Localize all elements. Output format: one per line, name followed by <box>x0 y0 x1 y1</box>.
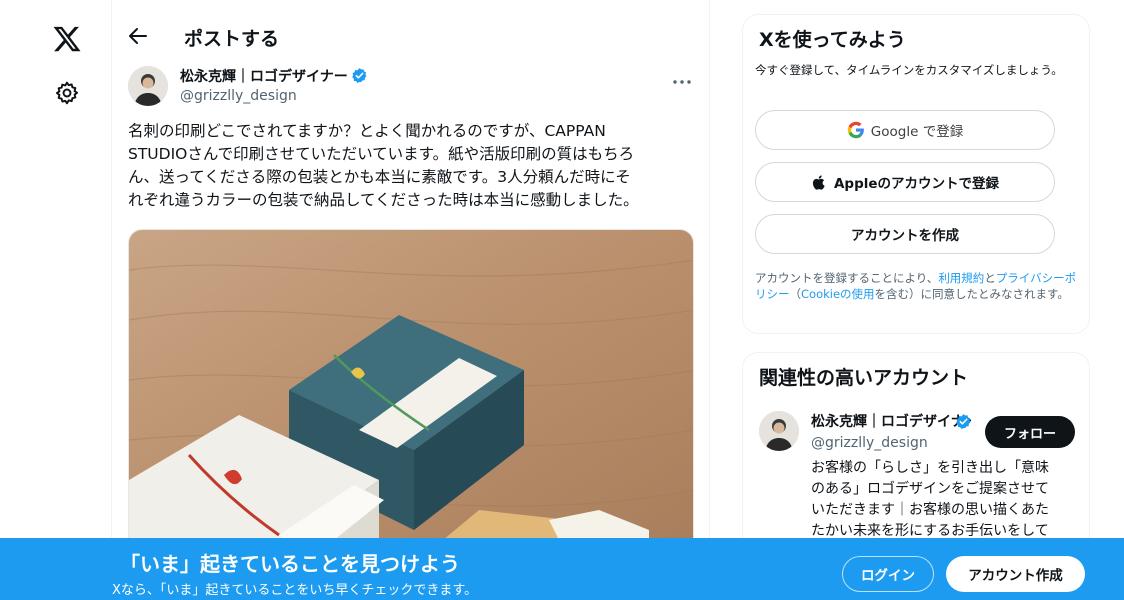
post-text-line: STUDIOさんで印刷させていただいています。紙や活版印刷の質はもちろ <box>128 145 635 163</box>
banner-title: 「いま」起きていることを見つけよう <box>120 552 460 576</box>
signup-button[interactable]: アカウント作成 <box>946 556 1085 592</box>
arrow-left-icon[interactable] <box>126 24 150 48</box>
related-account-name-text: 松永克輝｜ロゴデザイナー <box>811 414 971 430</box>
post-text: 名刺の印刷どこでされてますか？とよく聞かれるのですが、CAPPAN STUDIO… <box>128 120 694 212</box>
post-image[interactable] <box>128 229 694 559</box>
post-author: 松永克輝｜ロゴデザイナー @grizzlly_design <box>128 64 694 112</box>
related-account-bio: お客様の「らしさ」を引き出し「意味 のある」ロゴデザインをご提案させて いただき… <box>811 458 1076 542</box>
legal-and: と <box>984 271 996 285</box>
create-account-button[interactable]: アカウントを作成 <box>755 214 1055 254</box>
bio-line: いただきます｜お客様の思い描くあた <box>811 502 1049 518</box>
signup-card-subtitle: 今すぐ登録して、タイムラインをカスタマイズしましょう。 <box>755 63 1063 77</box>
gear-icon[interactable] <box>54 80 80 106</box>
follow-button[interactable]: フォロー <box>985 416 1075 448</box>
main-column: ポストする 松永克輝｜ロゴデザイナー @grizzlly_design 名刺の印… <box>112 0 710 600</box>
author-handle[interactable]: @grizzlly_design <box>180 88 297 104</box>
bio-line: のある」ロゴデザインをご提案させて <box>811 481 1049 497</box>
more-horizontal-icon[interactable] <box>670 70 694 94</box>
post-text-line: ん、送ってくださる際の包装とかも本当に素敵です。3人分頼んだ時にそ <box>128 168 631 186</box>
create-account-label: アカウントを作成 <box>851 228 959 244</box>
login-button[interactable]: ログイン <box>842 556 934 592</box>
signup-banner: 「いま」起きていることを見つけよう Xなら、「いま」起きていることをいち早くチェ… <box>0 538 1124 600</box>
google-icon <box>847 121 864 139</box>
google-signup-button[interactable]: Google で登録 <box>755 110 1055 150</box>
x-logo-icon[interactable] <box>52 24 82 54</box>
signup-card-title: Xを使ってみよう <box>759 29 906 51</box>
legal-prefix: アカウントを登録することにより、 <box>755 271 939 285</box>
post-text-line: れぞれ違うカラーの包装で納品してくださった時は本当に感動しました。 <box>128 191 639 209</box>
page-title: ポストする <box>184 28 280 50</box>
apple-icon <box>812 174 825 190</box>
author-name[interactable]: 松永克輝｜ロゴデザイナー <box>180 66 368 86</box>
signup-card: Xを使ってみよう 今すぐ登録して、タイムラインをカスタマイズしましょう。 Goo… <box>742 14 1090 334</box>
apple-signup-button[interactable]: Appleのアカウントで登録 <box>755 162 1055 202</box>
avatar[interactable] <box>759 411 799 451</box>
post-text-line: 名刺の印刷どこでされてますか？とよく聞かれるのですが、CAPPAN <box>128 122 606 140</box>
verified-badge-icon <box>351 67 368 84</box>
cookie-link[interactable]: Cookieの使用 <box>801 287 875 301</box>
legal-notice: アカウントを登録することにより、利用規約とプライバシーポリシー（Cookieの使… <box>755 270 1085 302</box>
bio-line: お客様の「らしさ」を引き出し「意味 <box>811 460 1049 476</box>
related-account-handle[interactable]: @grizzlly_design <box>811 435 928 451</box>
page-header: ポストする <box>112 0 710 60</box>
legal-paren: （ <box>789 287 802 301</box>
avatar[interactable] <box>128 66 168 106</box>
verified-badge-icon <box>956 414 971 429</box>
google-signup-label: Google で登録 <box>870 124 964 140</box>
related-account-name[interactable]: 松永克輝｜ロゴデザイナー <box>811 411 971 431</box>
related-card-title: 関連性の高いアカウント <box>759 367 969 389</box>
related-accounts-card: 関連性の高いアカウント 松永克輝｜ロゴデザイナー @grizzlly_desig… <box>742 352 1090 552</box>
apple-signup-label: Appleのアカウントで登録 <box>833 176 1000 192</box>
left-nav <box>0 0 112 600</box>
legal-suffix: を含む）に同意したとみなされます。 <box>874 287 1069 301</box>
banner-subtitle: Xなら、「いま」起きていることをいち早くチェックできます。 <box>112 583 478 598</box>
author-name-text: 松永克輝｜ロゴデザイナー <box>180 69 348 85</box>
terms-link[interactable]: 利用規約 <box>938 271 984 285</box>
